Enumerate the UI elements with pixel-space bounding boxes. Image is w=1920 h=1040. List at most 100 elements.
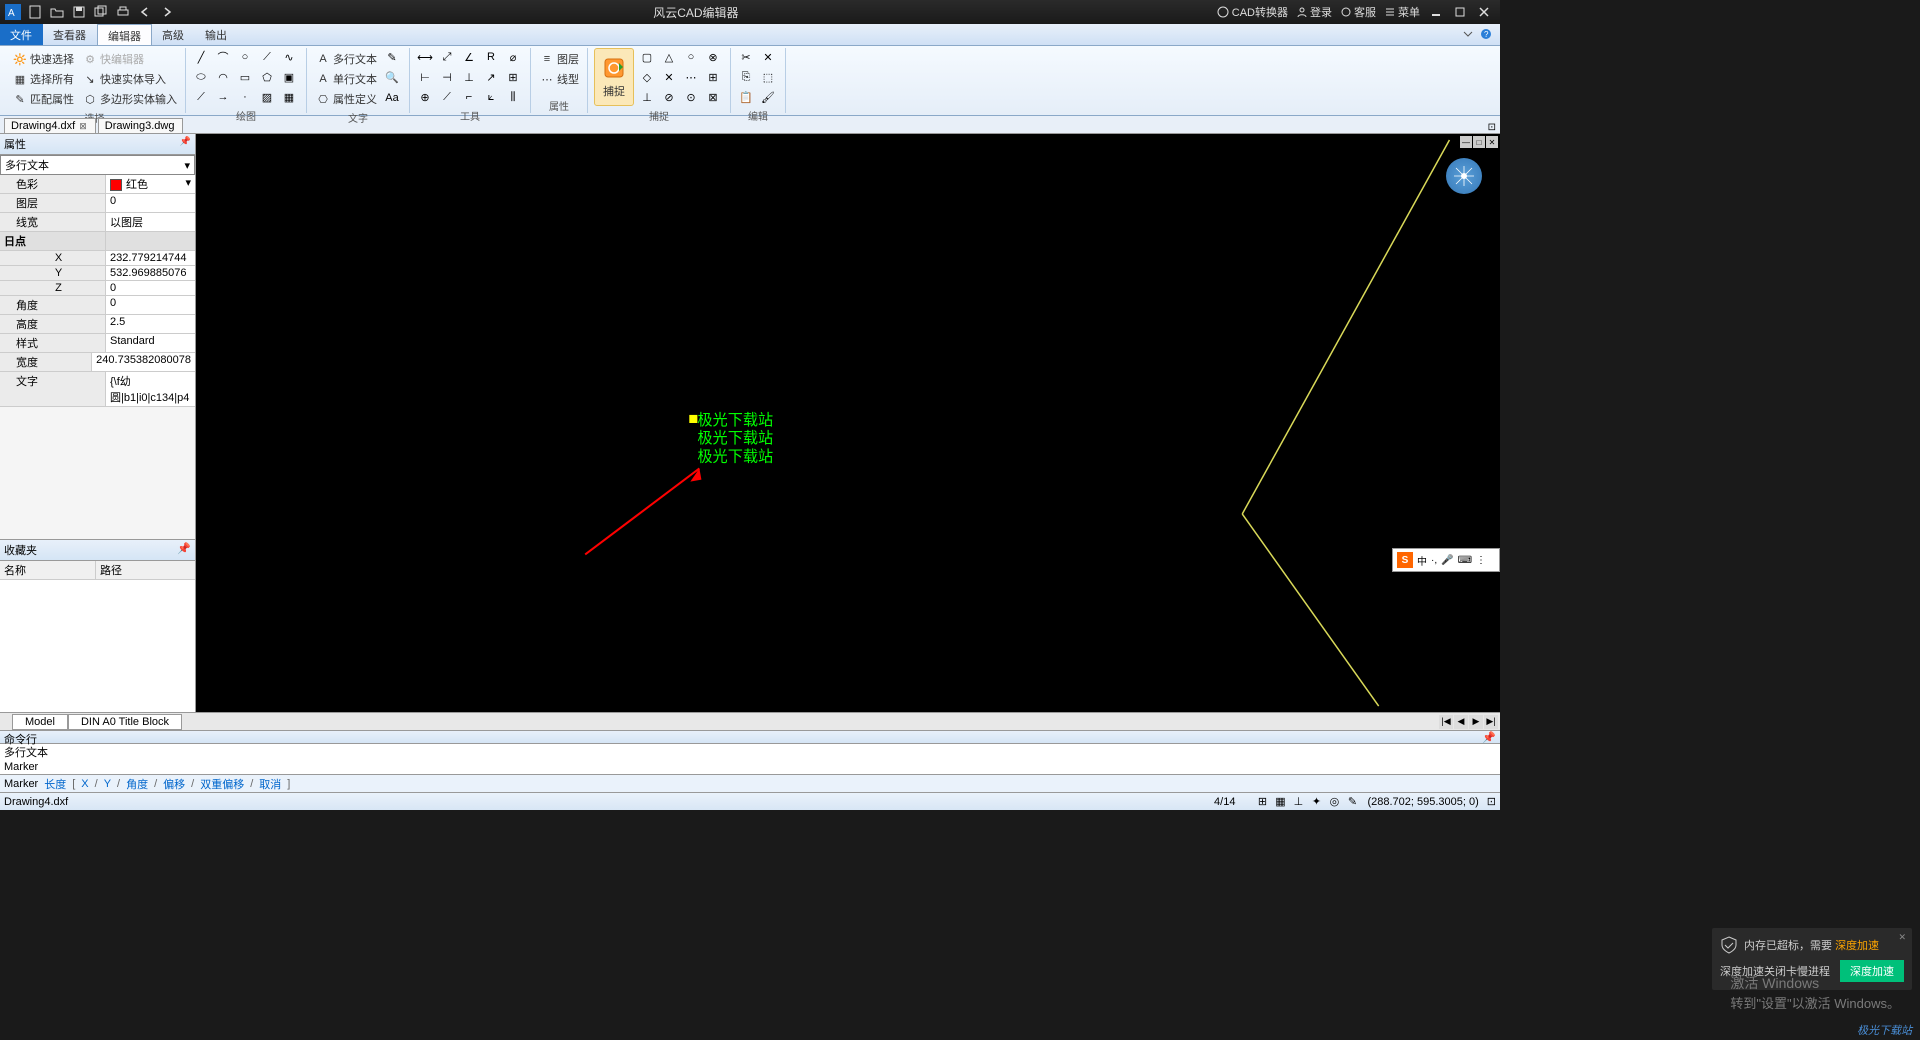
snap-node-icon[interactable]: ⊗ <box>704 48 722 66</box>
snap-quad-icon[interactable]: ◇ <box>638 68 656 86</box>
snap-int-icon[interactable]: ✕ <box>660 68 678 86</box>
prop-layer-value[interactable]: 0 <box>106 194 195 212</box>
leader-icon[interactable]: ↗ <box>482 68 500 86</box>
snap-ins-icon[interactable]: ⊞ <box>704 68 722 86</box>
ime-lang-icon[interactable]: 中 <box>1417 553 1427 568</box>
doc-tab-2[interactable]: Drawing3.dwg <box>98 118 184 133</box>
service-button[interactable]: 客服 <box>1340 4 1376 20</box>
prop-style-value[interactable]: Standard <box>106 334 195 352</box>
text-find-icon[interactable]: 🔍 <box>383 69 401 87</box>
scroll-first-icon[interactable]: |◀ <box>1439 715 1453 729</box>
scroll-prev-icon[interactable]: ◀ <box>1454 715 1468 729</box>
prop-height-value[interactable]: 2.5 <box>106 315 195 333</box>
canvas-min-icon[interactable]: — <box>1460 136 1472 148</box>
snap-end-icon[interactable]: ▢ <box>638 48 656 66</box>
polygon-input-button[interactable]: ⬡多边形实体输入 <box>80 90 179 108</box>
dim-angle-icon[interactable]: ∠ <box>460 48 478 66</box>
spline-icon[interactable]: ∿ <box>280 48 298 66</box>
mtext-line2[interactable]: 极光下载站 <box>697 430 773 447</box>
dim-space-icon[interactable]: ⫼ <box>504 88 522 106</box>
brush-icon[interactable]: 🖌 <box>759 88 777 106</box>
maximize-icon[interactable] <box>1452 4 1468 20</box>
snap-ext-icon[interactable]: ⋯ <box>682 68 700 86</box>
snap-perp-icon[interactable]: ⊥ <box>638 88 656 106</box>
prop-y-value[interactable]: 532.969885076 <box>106 266 195 280</box>
close-icon[interactable] <box>1476 4 1492 20</box>
print-icon[interactable] <box>114 3 132 21</box>
block-icon[interactable]: ▣ <box>280 68 298 86</box>
saveall-icon[interactable] <box>92 3 110 21</box>
cmd-pin-icon[interactable]: 📌 <box>1482 731 1496 743</box>
polyline-icon[interactable]: ⟋ <box>258 48 276 66</box>
circle-icon[interactable]: ○ <box>236 48 254 66</box>
login-button[interactable]: 登录 <box>1296 4 1332 20</box>
dim-aligned-icon[interactable]: ⤢ <box>438 48 456 66</box>
mtext-button[interactable]: A多行文本 <box>313 50 379 68</box>
prop-x-value[interactable]: 232.779214744 <box>106 251 195 265</box>
help-icon[interactable]: ? <box>1480 28 1494 42</box>
tab-file[interactable]: 文件 <box>0 24 43 45</box>
toast-close-icon[interactable]: ✕ <box>1898 932 1906 943</box>
ellipse-icon[interactable]: ⬭ <box>192 68 210 86</box>
dim-ordinate-icon[interactable]: ⊥ <box>460 68 478 86</box>
prop-width-value[interactable]: 240.735382080078 <box>92 353 195 371</box>
paste-icon[interactable]: 📋 <box>737 88 755 106</box>
tolerance-icon[interactable]: ⊞ <box>504 68 522 86</box>
fav-pin-icon[interactable]: 📌 <box>177 542 191 558</box>
command-line[interactable]: 多行文本 Marker <box>0 744 1500 774</box>
open-icon[interactable] <box>48 3 66 21</box>
text-style-icon[interactable]: Aa <box>383 89 401 107</box>
dim-continue-icon[interactable]: ⊣ <box>438 68 456 86</box>
doc-tab-1[interactable]: Drawing4.dxf⊠ <box>4 118 96 133</box>
quick-edit-button[interactable]: ⚙快编辑器 <box>80 50 179 68</box>
marker-cancel[interactable]: 取消 <box>259 776 281 792</box>
select-all-button[interactable]: ▦选择所有 <box>10 70 76 88</box>
view-compass-icon[interactable] <box>1446 158 1482 194</box>
ime-punct-icon[interactable]: ·, <box>1431 555 1437 566</box>
pin-icon[interactable]: 📌 <box>180 136 191 152</box>
prop-lineweight-value[interactable]: 以图层 <box>106 213 195 231</box>
match-props-button[interactable]: ✎匹配属性 <box>10 90 76 108</box>
select-icon[interactable]: ⬚ <box>759 68 777 86</box>
ime-toolbar[interactable]: S 中 ·, 🎤 ⌨ ⋮ <box>1392 548 1500 572</box>
rect-icon[interactable]: ▭ <box>236 68 254 86</box>
linetype-button[interactable]: ⋯线型 <box>537 70 581 88</box>
cut-icon[interactable]: ✂ <box>737 48 755 66</box>
snap-tan-icon[interactable]: ⊘ <box>660 88 678 106</box>
cad-converter-button[interactable]: CAD转换器 <box>1216 4 1288 20</box>
save-icon[interactable] <box>70 3 88 21</box>
table-icon[interactable]: ▦ <box>280 88 298 106</box>
attdef-button[interactable]: ⎔属性定义 <box>313 90 379 108</box>
dim-radius-icon[interactable]: R <box>482 48 500 66</box>
layer-button[interactable]: ≡图层 <box>537 50 581 68</box>
snap-near-icon[interactable]: ⊙ <box>682 88 700 106</box>
tab-advanced[interactable]: 高级 <box>152 24 195 45</box>
prop-z-value[interactable]: 0 <box>106 281 195 295</box>
construction-icon[interactable]: ⟋ <box>192 88 210 106</box>
app-logo-icon[interactable]: A <box>4 3 22 21</box>
status-ortho-icon[interactable]: ⊥ <box>1291 795 1305 809</box>
polygon-icon[interactable]: ⬠ <box>258 68 276 86</box>
undo-icon[interactable] <box>136 3 154 21</box>
arc-icon[interactable]: ⌒ <box>214 48 232 66</box>
mtext-line1[interactable]: 极光下载站 <box>697 412 773 429</box>
marker-x[interactable]: X <box>81 778 88 790</box>
arc2-icon[interactable]: ◠ <box>214 68 232 86</box>
mtext-line3[interactable]: 极光下载站 <box>697 448 773 465</box>
menu-button[interactable]: 菜单 <box>1384 4 1420 20</box>
doc-tabs-expand-icon[interactable]: ⊡ <box>1484 122 1500 133</box>
drawing-canvas[interactable]: — □ ✕ 极光下载站 极光下载站 极光下载站 S 中 ·, 🎤 ⌨ ⋮ <box>196 134 1500 712</box>
prop-angle-value[interactable]: 0 <box>106 296 195 314</box>
dim-jog-icon[interactable]: ⟀ <box>482 88 500 106</box>
marker-angle[interactable]: 角度 <box>126 776 148 792</box>
scroll-next-icon[interactable]: ▶ <box>1469 715 1483 729</box>
prop-color-value[interactable]: 红色▾ <box>106 175 195 193</box>
ime-mic-icon[interactable]: 🎤 <box>1441 555 1453 566</box>
status-grid-icon[interactable]: ▦ <box>1273 795 1287 809</box>
delete-icon[interactable]: ✕ <box>759 48 777 66</box>
canvas-close-icon[interactable]: ✕ <box>1486 136 1498 148</box>
dim-diameter-icon[interactable]: ⌀ <box>504 48 522 66</box>
center-mark-icon[interactable]: ⊕ <box>416 88 434 106</box>
stext-button[interactable]: A单行文本 <box>313 70 379 88</box>
dim-break-icon[interactable]: ⌐ <box>460 88 478 106</box>
